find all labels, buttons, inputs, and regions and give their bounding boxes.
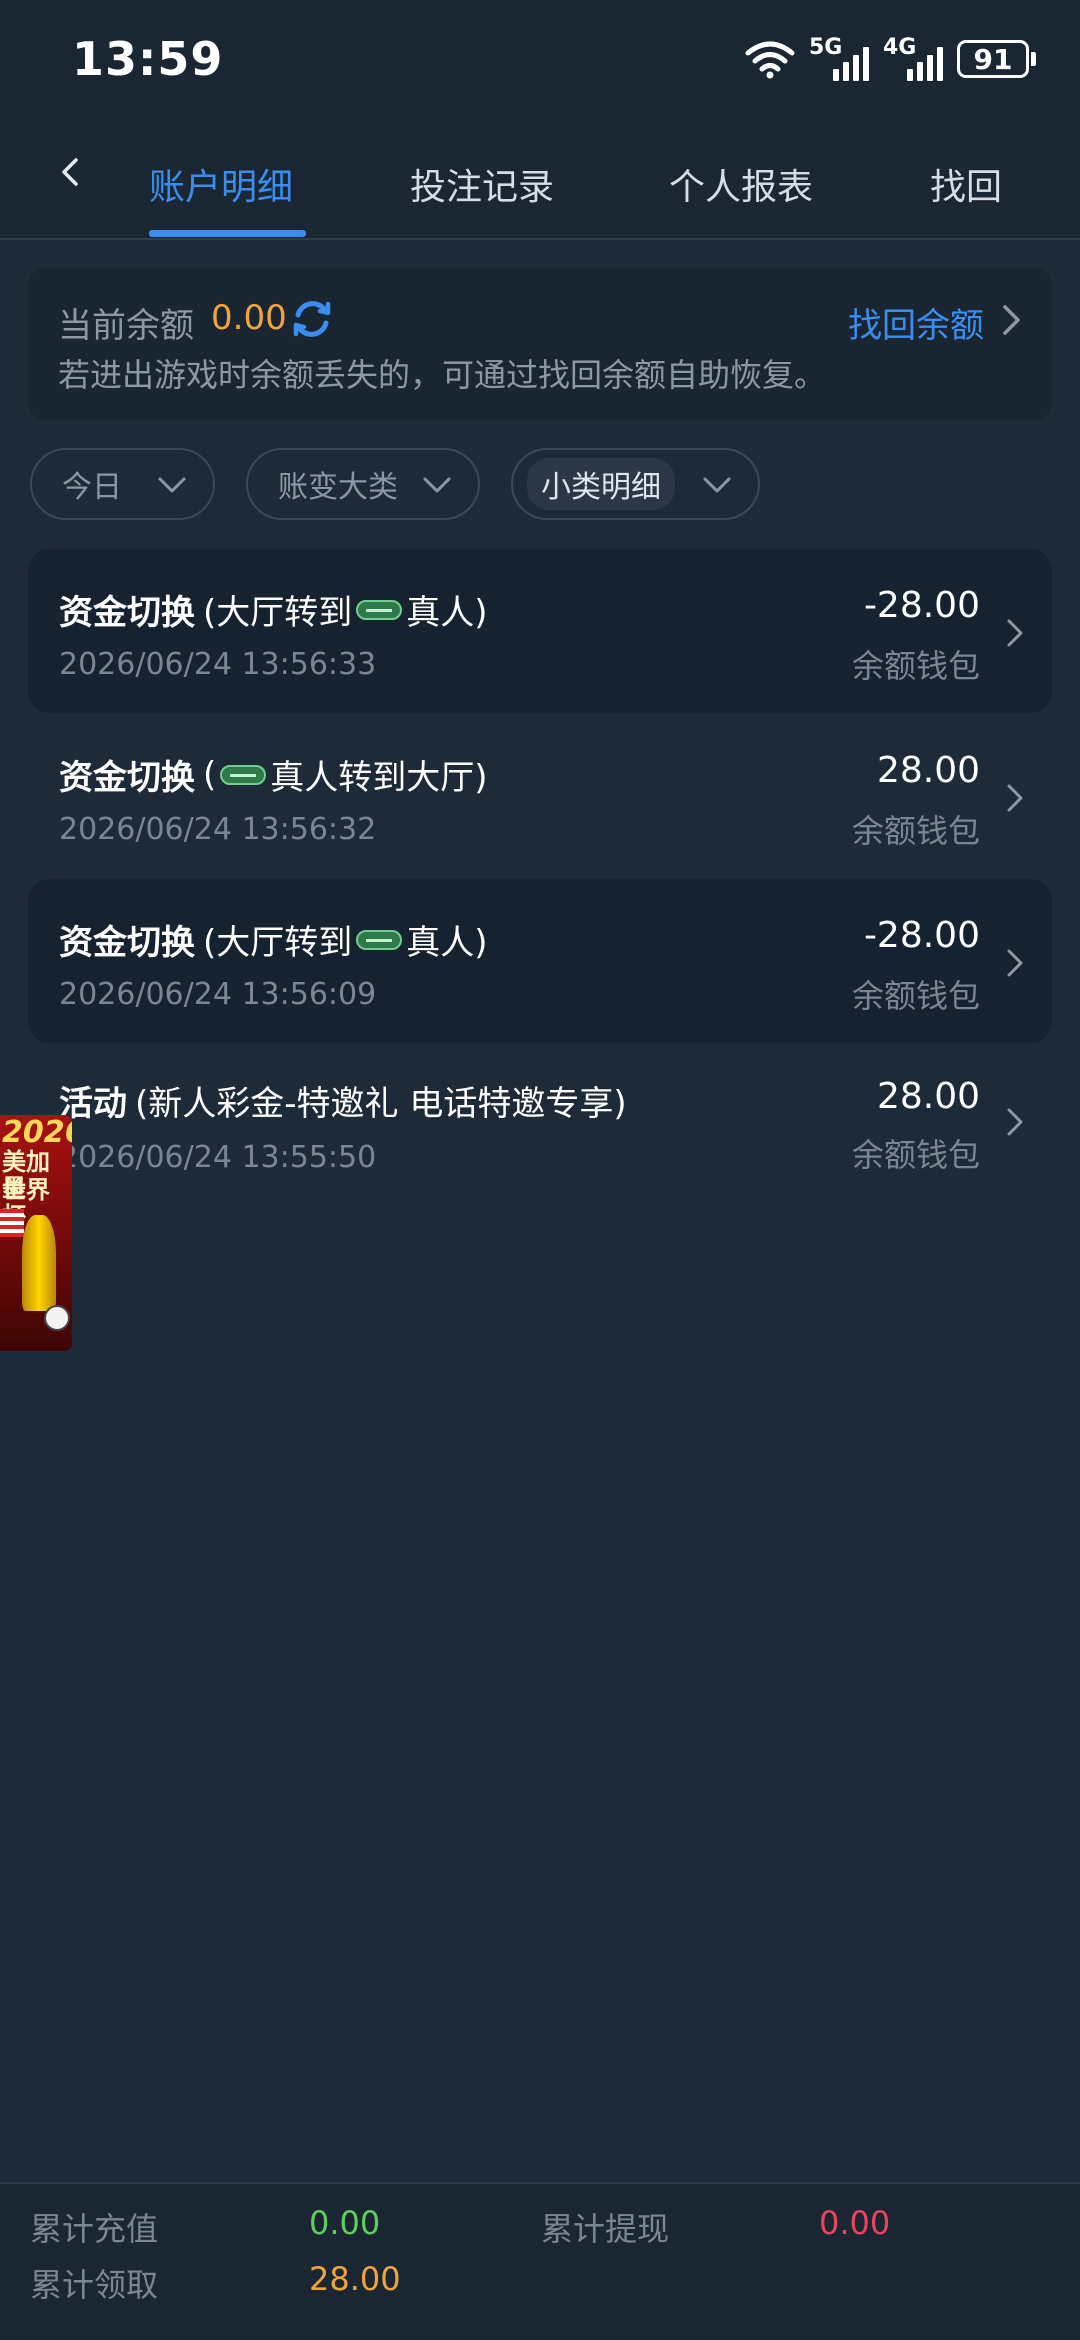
withdraw-total-label: 累计提现 [541, 2210, 670, 2248]
record-item[interactable]: 活动 (新人彩金-特邀礼 电话特邀专享) 2026/06/24 13:55:50… [28, 1044, 1052, 1208]
subcategory-filter[interactable]: 小类明细 [511, 448, 760, 520]
record-item[interactable]: 资金切换 ( 真人转到大厅) 2026/06/24 13:56:32 28.00… [28, 714, 1052, 878]
tab-recover[interactable]: 找回 [930, 158, 1002, 210]
record-wallet: 余额钱包 [851, 647, 980, 685]
active-tab-indicator [149, 230, 306, 237]
recover-balance-link[interactable]: 找回余额 [848, 298, 984, 347]
record-title: 资金切换 ( 真人转到大厅) [59, 750, 488, 799]
balance-hint: 若进出游戏时余额丢失的，可通过找回余额自助恢复。 [58, 356, 827, 394]
world-cup-promo-banner[interactable]: 2026 美加墨 世界杯 [0, 1115, 72, 1351]
game-logo-icon [356, 599, 403, 620]
record-wallet: 余额钱包 [851, 1136, 980, 1174]
chevron-down-icon [423, 477, 451, 493]
tab-bet-records[interactable]: 投注记录 [410, 158, 554, 210]
category-filter[interactable]: 账变大类 [246, 448, 480, 520]
record-desc-start: (新人彩金-特邀礼 电话特邀专享) [135, 1084, 627, 1124]
record-amount: -28.00 [863, 915, 980, 956]
record-title: 活动 (新人彩金-特邀礼 电话特邀专享) [59, 1076, 627, 1125]
deposit-total-label: 累计充值 [30, 2210, 159, 2248]
withdraw-total-value: 0.00 [819, 2204, 891, 2242]
record-desc-start: ( [203, 754, 217, 795]
balance-card: 当前余额 0.00 找回余额 若进出游戏时余额丢失的，可通过找回余额自助恢复。 [28, 268, 1052, 420]
record-item[interactable]: 资金切换 (大厅转到 真人) 2026/06/24 13:56:09 -28.0… [28, 879, 1052, 1043]
date-filter[interactable]: 今日 [30, 448, 215, 520]
top-nav: 账户明细 投注记录 个人报表 找回 [0, 118, 1080, 240]
game-logo-icon [220, 764, 267, 785]
balance-label: 当前余额 [58, 306, 194, 346]
record-time: 2026/06/24 13:56:32 [59, 812, 377, 847]
record-time: 2026/06/24 13:56:33 [59, 647, 377, 682]
chevron-right-icon[interactable] [996, 302, 1026, 338]
wifi-icon [745, 41, 795, 79]
record-type: 资金切换 [59, 758, 195, 798]
chevron-right-icon [1007, 949, 1023, 977]
game-logo-icon [356, 929, 403, 950]
chevron-down-icon [703, 477, 731, 493]
record-amount: -28.00 [863, 585, 980, 626]
clock: 13:59 [72, 32, 224, 86]
refresh-icon[interactable] [290, 297, 334, 341]
signal-4g-icon: 4G [883, 35, 943, 81]
record-type: 资金切换 [59, 923, 195, 963]
record-wallet: 余额钱包 [851, 977, 980, 1015]
status-bar: 13:59 5G 4G 91 [0, 0, 1080, 118]
status-icons: 5G 4G 91 [745, 35, 1036, 82]
battery-icon: 91 [957, 40, 1036, 78]
record-title: 资金切换 (大厅转到 真人) [59, 915, 488, 964]
back-arrow-icon[interactable] [52, 152, 92, 192]
record-wallet: 余额钱包 [851, 812, 980, 850]
category-filter-label: 账变大类 [278, 470, 398, 505]
tab-personal-report[interactable]: 个人报表 [669, 158, 813, 210]
balance-value: 0.00 [211, 298, 287, 338]
trophy-icon [22, 1215, 56, 1311]
record-desc-start: (大厅转到 [203, 923, 353, 963]
record-amount: 28.00 [876, 1076, 980, 1117]
chevron-down-icon [158, 477, 186, 493]
record-title: 资金切换 (大厅转到 真人) [59, 585, 488, 634]
record-desc-start: (大厅转到 [203, 593, 353, 633]
record-type: 资金切换 [59, 593, 195, 633]
record-desc-end: 真人转到大厅) [270, 758, 488, 798]
soccer-ball-icon [44, 1305, 70, 1331]
record-time: 2026/06/24 13:55:50 [59, 1140, 377, 1175]
claim-total-label: 累计领取 [30, 2266, 159, 2304]
deposit-total-value: 0.00 [309, 2204, 381, 2242]
record-item[interactable]: 资金切换 (大厅转到 真人) 2026/06/24 13:56:33 -28.0… [28, 549, 1052, 713]
battery-level: 91 [957, 40, 1029, 78]
signal-5g-icon: 5G [809, 35, 869, 81]
summary-footer: 累计充值 0.00 累计提现 0.00 累计领取 28.00 [0, 2182, 1080, 2340]
record-amount: 28.00 [876, 750, 980, 791]
tab-account-details[interactable]: 账户明细 [149, 158, 293, 210]
subcategory-filter-label: 小类明细 [527, 458, 675, 510]
chevron-right-icon [1007, 619, 1023, 647]
claim-total-value: 28.00 [309, 2260, 401, 2298]
record-desc-end: 真人) [406, 593, 488, 633]
chevron-right-icon [1007, 1108, 1023, 1136]
flag-icon [0, 1209, 24, 1237]
chevron-right-icon [1007, 784, 1023, 812]
record-time: 2026/06/24 13:56:09 [59, 977, 377, 1012]
record-desc-end: 真人) [406, 923, 488, 963]
date-filter-label: 今日 [62, 470, 122, 505]
promo-year: 2026 [2, 1115, 72, 1150]
